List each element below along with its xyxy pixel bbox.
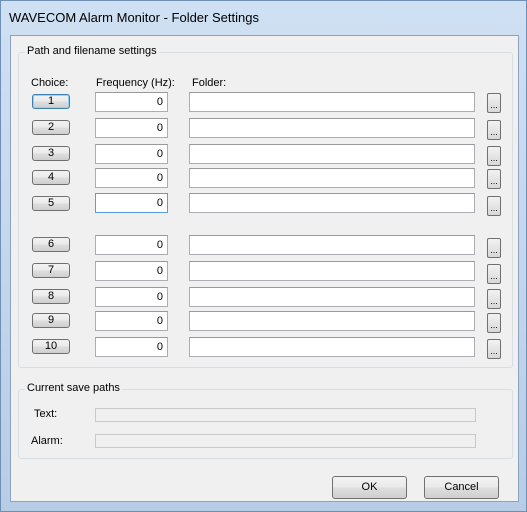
choice-column-header: Choice:	[31, 77, 69, 89]
alarm-path-label: Alarm:	[31, 435, 63, 447]
frequency-input-1[interactable]: 0	[95, 92, 168, 112]
browse-button-8[interactable]: ...	[487, 289, 501, 309]
text-path-label: Text:	[34, 408, 58, 420]
choice-button-1[interactable]: 1	[32, 94, 70, 109]
frequency-input-10[interactable]: 0	[95, 337, 168, 357]
folder-input-7[interactable]	[189, 261, 475, 281]
frequency-input-7[interactable]: 0	[95, 261, 168, 281]
ok-button[interactable]: OK	[332, 476, 407, 499]
browse-button-4[interactable]: ...	[487, 169, 501, 189]
path-settings-group-label: Path and filename settings	[25, 45, 159, 57]
title-bar[interactable]: WAVECOM Alarm Monitor - Folder Settings	[1, 1, 526, 35]
browse-button-9[interactable]: ...	[487, 313, 501, 333]
choice-button-7[interactable]: 7	[32, 263, 70, 278]
cancel-button[interactable]: Cancel	[424, 476, 499, 499]
choice-button-2[interactable]: 2	[32, 120, 70, 135]
folder-input-9[interactable]	[189, 311, 475, 331]
folder-input-3[interactable]	[189, 144, 475, 164]
choice-button-10[interactable]: 10	[32, 339, 70, 354]
folder-input-8[interactable]	[189, 287, 475, 307]
choice-button-4[interactable]: 4	[32, 170, 70, 185]
save-paths-group: Current save paths	[18, 382, 513, 459]
frequency-input-9[interactable]: 0	[95, 311, 168, 331]
frequency-input-8[interactable]: 0	[95, 287, 168, 307]
browse-button-5[interactable]: ...	[487, 196, 501, 216]
text-path-field	[95, 408, 476, 422]
browse-button-10[interactable]: ...	[487, 339, 501, 359]
frequency-column-header: Frequency (Hz):	[96, 77, 175, 89]
folder-input-4[interactable]	[189, 168, 475, 188]
choice-button-5[interactable]: 5	[32, 196, 70, 211]
choice-button-9[interactable]: 9	[32, 313, 70, 328]
frequency-input-4[interactable]: 0	[95, 168, 168, 188]
browse-button-1[interactable]: ...	[487, 93, 501, 113]
dialog-window: WAVECOM Alarm Monitor - Folder Settings …	[0, 0, 527, 512]
save-paths-group-label: Current save paths	[25, 382, 122, 394]
choice-button-8[interactable]: 8	[32, 289, 70, 304]
choice-button-6[interactable]: 6	[32, 237, 70, 252]
browse-button-7[interactable]: ...	[487, 264, 501, 284]
window-title: WAVECOM Alarm Monitor - Folder Settings	[9, 10, 259, 25]
folder-input-1[interactable]	[189, 92, 475, 112]
frequency-input-3[interactable]: 0	[95, 144, 168, 164]
browse-button-3[interactable]: ...	[487, 146, 501, 166]
frequency-input-2[interactable]: 0	[95, 118, 168, 138]
frequency-input-6[interactable]: 0	[95, 235, 168, 255]
dialog-client-area: Path and filename settings Choice: Frequ…	[10, 35, 519, 502]
folder-input-10[interactable]	[189, 337, 475, 357]
frequency-input-5[interactable]: 0	[95, 193, 168, 213]
alarm-path-field	[95, 434, 476, 448]
folder-input-6[interactable]	[189, 235, 475, 255]
browse-button-6[interactable]: ...	[487, 238, 501, 258]
folder-column-header: Folder:	[192, 77, 227, 89]
folder-input-2[interactable]	[189, 118, 475, 138]
folder-input-5[interactable]	[189, 193, 475, 213]
browse-button-2[interactable]: ...	[487, 120, 501, 140]
choice-button-3[interactable]: 3	[32, 146, 70, 161]
